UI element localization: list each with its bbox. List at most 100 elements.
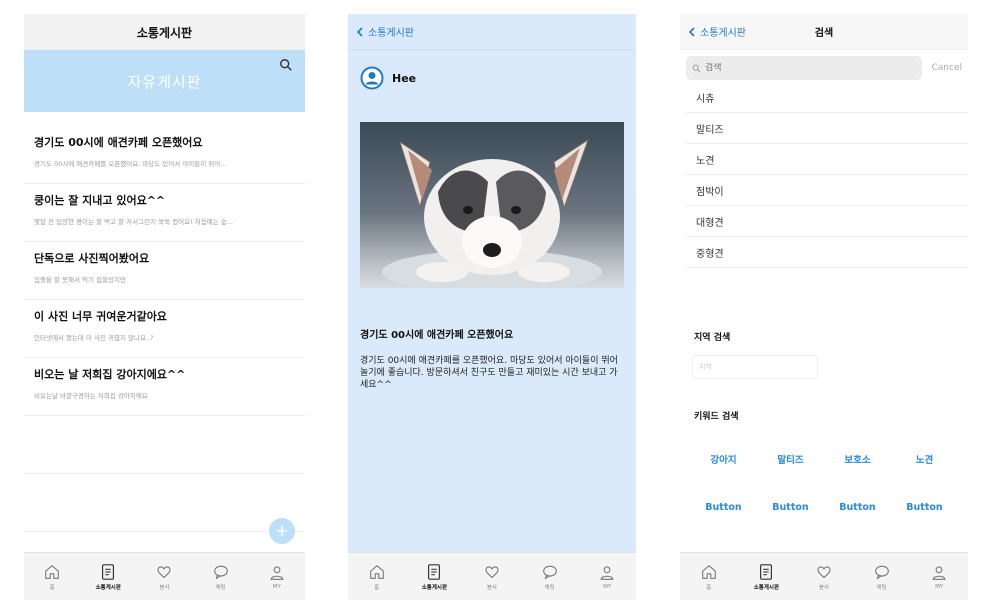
tab-label: MY (935, 583, 944, 590)
tab-label: 채팅 (544, 584, 555, 591)
back-button[interactable]: 소통게시판 (688, 24, 746, 39)
keyword-button[interactable]: 강아지 (694, 452, 754, 466)
back-label: 소통게시판 (368, 28, 414, 39)
tab-my[interactable]: MY (582, 564, 632, 590)
region-input[interactable]: 지역 (692, 355, 818, 379)
list-item[interactable]: 시츄 (686, 82, 968, 113)
tab-label: 홈 (49, 584, 55, 591)
list-item[interactable]: 이 사진 너무 귀여운거같아요 인터넷에서 봤는데 이 사진 귀엽지 않나요..… (24, 300, 305, 358)
tab-label: MY (272, 583, 281, 590)
post-excerpt: 비오는날 바깥구경하는 저희집 강아지에요 (34, 392, 148, 400)
hero-banner: 자유게시판 (24, 50, 305, 112)
search-row: Cancel (680, 50, 968, 82)
tab-bar: 홈 소통게시판 봉사 채팅 MY (24, 552, 305, 600)
back-label: 소통게시판 (700, 28, 746, 39)
list-item[interactable]: 경기도 00시에 애견카페 오픈했어요 경기도 00시에 애견카페를 오픈했어요… (24, 126, 305, 184)
tab-volunteer[interactable]: 봉사 (467, 563, 517, 591)
search-results: 시츄 말티즈 노견 점박이 대형견 중형견 (680, 82, 968, 268)
tab-label: 채팅 (215, 584, 226, 591)
detail-header: 소통게시판 (348, 14, 636, 50)
post-excerpt: 몇달 전 입양한 쿵이는 잘 먹고 잘 자서그런지 쑥쑥 컸어요! 처음에는 숨… (34, 218, 233, 226)
person-icon (270, 565, 284, 580)
heart-icon (485, 565, 499, 578)
post-body: 경기도 00시에 애견카페를 오픈했어요. 마당도 있어서 아이들이 뛰어 놀기… (360, 356, 618, 390)
keyword-button[interactable]: Button (761, 502, 821, 513)
tab-chat[interactable]: 채팅 (196, 563, 246, 591)
post-title: 비오는 날 저희집 강아지에요^^ (34, 368, 186, 381)
tab-home[interactable]: 홈 (684, 563, 734, 591)
tab-board[interactable]: 소통게시판 (83, 563, 133, 591)
board-icon (428, 563, 441, 580)
tab-board[interactable]: 소통게시판 (409, 563, 459, 591)
tab-home[interactable]: 홈 (27, 563, 77, 591)
tab-label: 봉사 (818, 584, 830, 591)
cancel-button[interactable]: Cancel (932, 63, 963, 73)
add-post-button[interactable]: + (269, 518, 295, 544)
tab-bar: 홈 소통게시판 봉사 채팅 MY (348, 552, 636, 600)
chat-icon (874, 565, 889, 580)
tab-my[interactable]: MY (252, 564, 302, 590)
tab-volunteer[interactable]: 봉사 (139, 563, 189, 591)
back-button[interactable]: 소통게시판 (356, 24, 414, 39)
tab-label: 소통게시판 (753, 584, 780, 591)
tab-label: 소통게시판 (95, 584, 121, 591)
list-item[interactable]: 비오는 날 저희집 강아지에요^^ 비오는날 바깥구경하는 저희집 강아지에요 (24, 358, 305, 416)
keyword-row: 강아지 말티즈 보호소 노견 (680, 452, 968, 466)
post-excerpt: 경기도 00시에 애견카페를 오픈했어요. 마당도 있어서 아이들이 뛰어... (34, 160, 227, 168)
post-excerpt: 집중을 잘 못해서 찍기 힘들었지만 (34, 276, 126, 284)
tab-label: 채팅 (876, 584, 887, 591)
tab-label: 홈 (706, 584, 712, 591)
person-icon (600, 565, 614, 580)
post-list: 경기도 00시에 애견카페 오픈했어요 경기도 00시에 애견카페를 오픈했어요… (24, 126, 305, 532)
post-excerpt: 인터넷에서 봤는데 이 사진 귀엽지 않나요..? (34, 334, 154, 342)
tab-chat[interactable]: 채팅 (525, 563, 575, 591)
person-icon (932, 565, 946, 580)
post-title: 이 사진 너무 귀여운거같아요 (34, 310, 167, 323)
tab-board[interactable]: 소통게시판 (741, 563, 791, 591)
list-item[interactable]: 쿵이는 잘 지내고 있어요^^ 몇달 전 입양한 쿵이는 잘 먹고 잘 자서그런… (24, 184, 305, 242)
empty-row (24, 416, 305, 474)
tab-chat[interactable]: 채팅 (857, 563, 907, 591)
keyword-button[interactable]: 보호소 (828, 452, 888, 466)
tab-label: 소통게시판 (421, 584, 448, 591)
tab-my[interactable]: MY (914, 564, 964, 590)
board-icon (102, 563, 115, 580)
heart-icon (817, 565, 831, 578)
chevron-left-icon (356, 26, 363, 37)
list-item[interactable]: 단독으로 사진찍어봤어요 집중을 잘 못해서 찍기 힘들었지만 (24, 242, 305, 300)
list-item[interactable]: 점박이 (686, 175, 968, 206)
region-search-title: 지역 검색 (694, 333, 731, 343)
search-icon[interactable] (279, 58, 293, 72)
tab-volunteer[interactable]: 봉사 (799, 563, 849, 591)
keyword-button[interactable]: 노견 (895, 452, 955, 466)
keyword-button[interactable]: Button (694, 502, 754, 513)
search-screen: 소통게시판 검색 Cancel 시츄 말티즈 노견 점박이 대형견 중형견 지역… (680, 14, 968, 600)
list-item[interactable]: 중형견 (686, 237, 968, 268)
list-item[interactable]: 노견 (686, 144, 968, 175)
search-icon (692, 64, 701, 72)
search-field[interactable] (686, 56, 922, 80)
author-row: Hee (348, 50, 636, 106)
tab-label: 봉사 (486, 584, 498, 591)
keyword-button[interactable]: Button (828, 502, 888, 513)
button-row: Button Button Button Button (680, 502, 968, 513)
keyword-button[interactable]: 말티즈 (761, 452, 821, 466)
tab-label: 봉사 (159, 584, 170, 591)
dog-image (382, 138, 602, 288)
search-header: 소통게시판 검색 (680, 14, 968, 50)
tab-home[interactable]: 홈 (352, 563, 402, 591)
chevron-left-icon (688, 26, 695, 37)
post-title: 쿵이는 잘 지내고 있어요^^ (34, 194, 166, 207)
search-input[interactable] (705, 63, 889, 73)
post-title: 단독으로 사진찍어봤어요 (34, 252, 150, 265)
list-item[interactable]: 대형견 (686, 206, 968, 237)
list-item[interactable]: 말티즈 (686, 113, 968, 144)
author-name: Hee (392, 71, 417, 85)
board-screen: 소통게시판 자유게시판 경기도 00시에 애견카페 오픈했어요 경기도 00시에… (24, 14, 305, 600)
tab-label: 홈 (374, 584, 380, 591)
board-header: 소통게시판 (24, 14, 305, 50)
board-header-title: 소통게시판 (136, 25, 193, 40)
board-icon (760, 563, 773, 580)
keyword-button[interactable]: Button (895, 502, 955, 513)
avatar[interactable] (360, 66, 384, 90)
